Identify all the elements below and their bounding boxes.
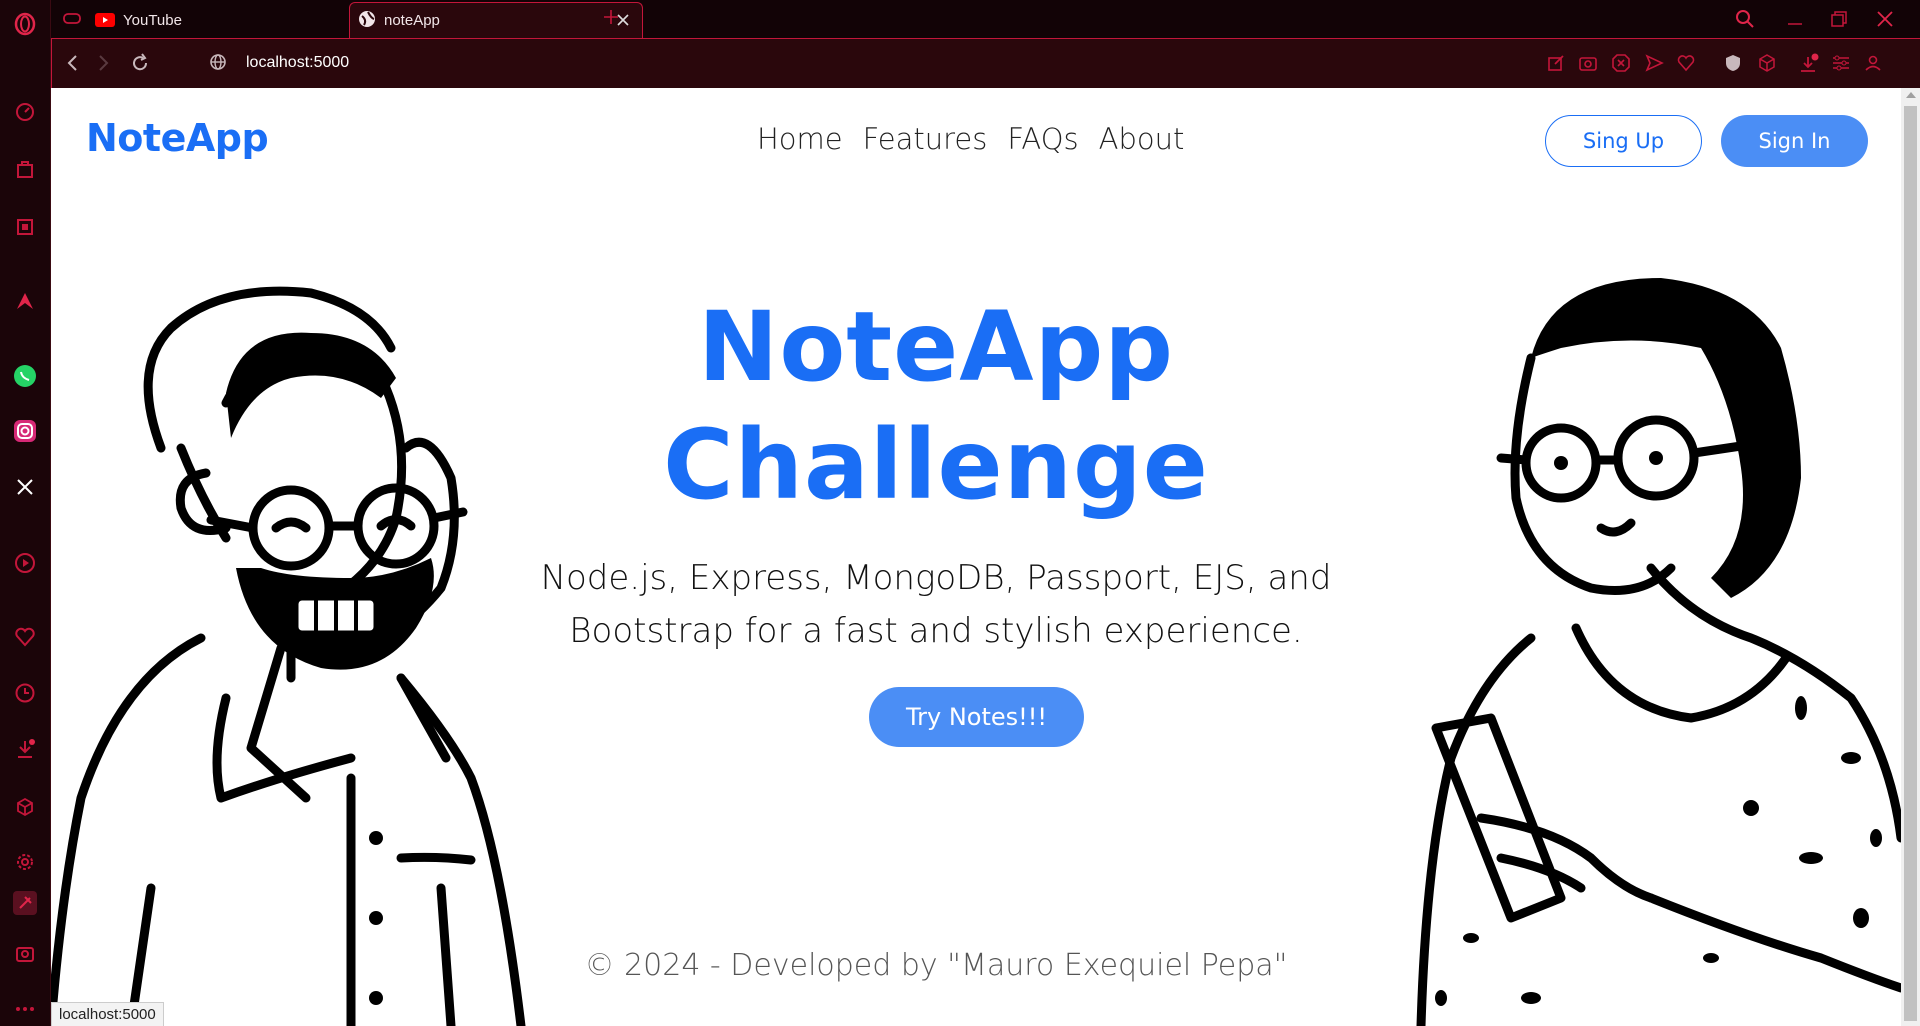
sign-in-button[interactable]: Sign In <box>1721 115 1868 167</box>
hero-subtitle-line2: Bootstrap for a fast and stylish experie… <box>569 611 1303 651</box>
minimize-icon[interactable] <box>1784 8 1806 30</box>
try-notes-button[interactable]: Try Notes!!! <box>869 687 1084 747</box>
downloads-icon[interactable] <box>13 737 37 761</box>
download-icon[interactable] <box>1798 53 1820 75</box>
x-twitter-icon[interactable] <box>13 475 37 499</box>
shopping-bag-icon[interactable] <box>13 157 37 181</box>
nav-faqs[interactable]: FAQs <box>1007 122 1078 156</box>
easy-setup-sliders-icon[interactable] <box>1831 53 1853 75</box>
sidebar-pin-icon[interactable] <box>13 891 37 915</box>
send-icon[interactable] <box>1644 53 1666 75</box>
page-scrollbar[interactable] <box>1901 88 1920 1026</box>
forward-icon[interactable] <box>92 52 116 76</box>
address-bar: localhost:5000 <box>51 38 1920 88</box>
tab-title: YouTube <box>123 11 182 29</box>
tab-search-icon[interactable] <box>1734 8 1756 30</box>
hero-subtitle: Node.js, Express, MongoDB, Passport, EJS… <box>531 552 1341 658</box>
tab-title: noteApp <box>384 12 440 29</box>
nav-home[interactable]: Home <box>757 122 843 156</box>
player-icon[interactable] <box>13 551 37 575</box>
globe-icon <box>358 10 376 32</box>
new-tab-plus-icon[interactable] <box>601 7 625 31</box>
nav-features[interactable]: Features <box>863 122 988 156</box>
tab-bar: YouTube noteApp <box>51 0 1920 38</box>
bookmarks-heart-icon[interactable] <box>13 625 37 649</box>
speed-dial-icon[interactable] <box>13 100 37 124</box>
sign-up-button[interactable]: Sing Up <box>1545 115 1702 167</box>
adblock-icon[interactable] <box>1611 53 1633 75</box>
snapshot-icon[interactable] <box>13 942 37 966</box>
reload-icon[interactable] <box>129 52 153 76</box>
hero-title-line1: NoteApp <box>697 291 1175 403</box>
close-window-icon[interactable] <box>1874 8 1896 30</box>
status-url: localhost:5000 <box>51 1002 164 1026</box>
scroll-thumb[interactable] <box>1904 106 1917 1021</box>
bookmark-heart-icon[interactable] <box>1676 53 1698 75</box>
extensions-cube-icon[interactable] <box>13 795 37 819</box>
settings-gear-icon[interactable] <box>13 850 37 874</box>
back-icon[interactable] <box>62 52 86 76</box>
aria-icon[interactable] <box>13 289 37 313</box>
whatsapp-icon[interactable] <box>13 364 37 388</box>
more-dots-icon[interactable] <box>13 997 37 1021</box>
easy-setup-edit-icon[interactable] <box>1546 53 1568 75</box>
restore-icon[interactable] <box>1828 8 1850 30</box>
profile-icon[interactable] <box>1863 53 1885 75</box>
hero-subtitle-line1: Node.js, Express, MongoDB, Passport, EJS… <box>540 558 1332 598</box>
ai-chip-icon[interactable] <box>13 215 37 239</box>
instagram-icon[interactable] <box>13 419 37 443</box>
extensions-icon[interactable] <box>1757 53 1779 75</box>
brand-logo[interactable]: NoteApp <box>86 116 269 160</box>
camera-icon[interactable] <box>1578 53 1600 75</box>
history-clock-icon[interactable] <box>13 681 37 705</box>
vpn-shield-icon[interactable] <box>1723 53 1745 75</box>
hero-title: NoteApp Challenge <box>571 288 1301 524</box>
footer-credit: © 2024 - Developed by "Mauro Exequiel Pe… <box>584 948 1288 983</box>
main-nav: Home Features FAQs About <box>757 122 1184 156</box>
woman-with-phone-illustration <box>1416 278 1901 1026</box>
opera-logo-icon[interactable] <box>13 12 37 36</box>
tab-noteapp[interactable]: noteApp <box>349 2 643 38</box>
scroll-up-arrow-icon[interactable] <box>1906 92 1916 98</box>
tab-youtube[interactable]: YouTube <box>95 2 414 38</box>
hero-title-line2: Challenge <box>663 409 1209 521</box>
url-field[interactable]: localhost:5000 <box>246 54 349 72</box>
youtube-icon <box>95 13 115 27</box>
site-info-globe-icon[interactable] <box>208 52 232 76</box>
nav-about[interactable]: About <box>1099 122 1185 156</box>
web-page: NoteApp Home Features FAQs About Sing Up… <box>51 88 1901 1026</box>
browser-sidebar <box>0 0 51 1026</box>
workspace-gamepad-icon[interactable] <box>61 7 85 31</box>
